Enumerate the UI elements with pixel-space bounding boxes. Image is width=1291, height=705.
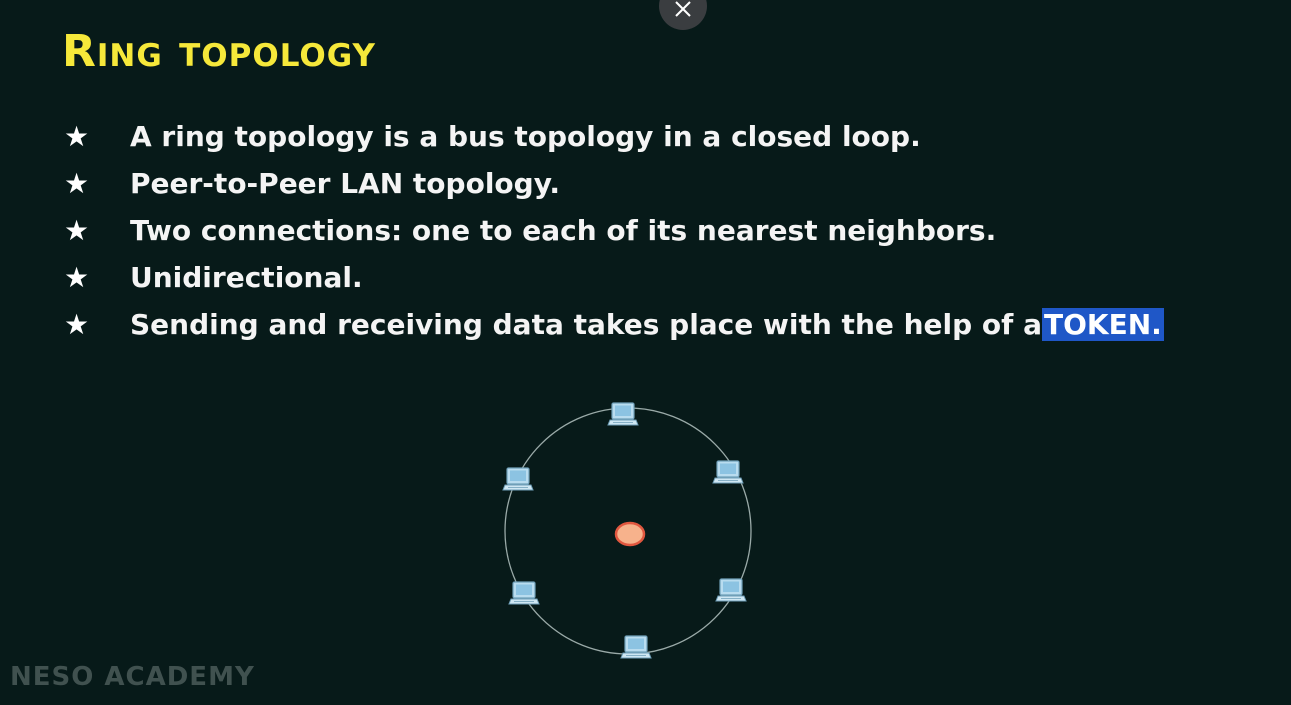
computer-icon: [715, 578, 747, 602]
watermark-logo: NESO ACADEMY: [10, 662, 255, 692]
token-icon: [614, 521, 646, 547]
computer-icon: [607, 402, 639, 426]
bullet-text: Two connections: one to each of its near…: [130, 214, 997, 247]
bullet-text: Unidirectional.: [130, 261, 363, 294]
bullet-item: ★ A ring topology is a bus topology in a…: [62, 113, 1164, 160]
computer-icon: [502, 467, 534, 491]
bullet-item: ★ Sending and receiving data takes place…: [62, 301, 1164, 348]
star-icon: ★: [64, 261, 90, 294]
slide-title: Ring topology: [62, 26, 376, 77]
computer-icon: [620, 635, 652, 659]
bullet-item: ★ Two connections: one to each of its ne…: [62, 207, 1164, 254]
token-highlight: TOKEN.: [1041, 308, 1164, 341]
ring-topology-diagram: [502, 402, 752, 659]
close-icon: [675, 1, 691, 17]
bullet-item: ★ Unidirectional.: [62, 254, 1164, 301]
computer-icon: [712, 460, 744, 484]
star-icon: ★: [64, 214, 90, 247]
bullet-text: A ring topology is a bus topology in a c…: [130, 120, 921, 153]
bullet-text: Peer-to-Peer LAN topology.: [130, 167, 561, 200]
bullet-text: Sending and receiving data takes place w…: [130, 308, 1042, 341]
star-icon: ★: [64, 308, 90, 341]
star-icon: ★: [64, 167, 90, 200]
close-button[interactable]: [659, 0, 707, 30]
star-icon: ★: [64, 120, 90, 153]
bullet-list: ★ A ring topology is a bus topology in a…: [62, 113, 1164, 348]
computer-icon: [508, 581, 540, 605]
bullet-item: ★ Peer-to-Peer LAN topology.: [62, 160, 1164, 207]
